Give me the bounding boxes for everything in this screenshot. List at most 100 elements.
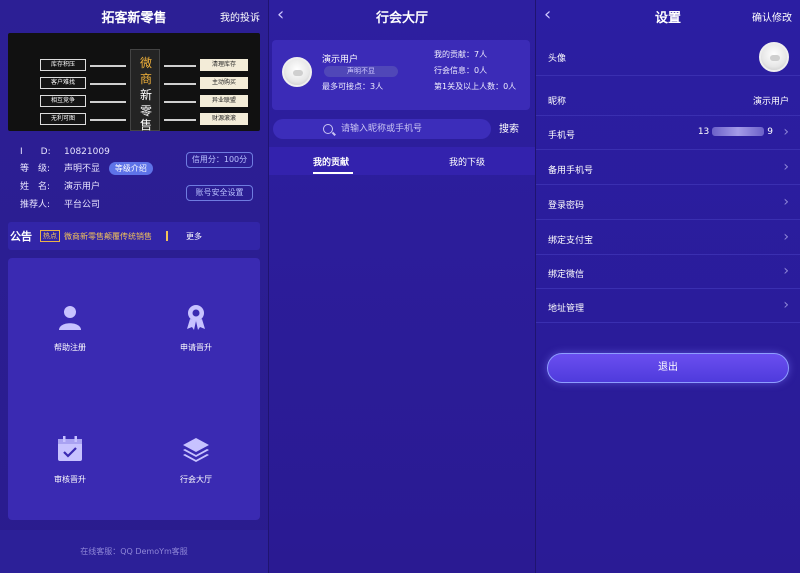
- user-icon: [59, 306, 81, 330]
- level-row: 等 级: 声明不显 等级介绍: [20, 161, 153, 175]
- profile-info: I D: 10821009 等 级: 声明不显 等级介绍 姓 名: 演示用户 推荐人:…: [8, 140, 260, 212]
- avatar: [282, 57, 312, 87]
- banner-arrow: [164, 65, 196, 67]
- level-count-text: 第1关及以上人数：0人: [434, 82, 517, 91]
- nickname-label: 昵称: [548, 97, 567, 107]
- banner-arrow: [90, 83, 126, 85]
- backup-phone-row[interactable]: 备用手机号 ›: [536, 151, 800, 185]
- address-row[interactable]: 地址管理 ›: [536, 289, 800, 323]
- menu-label: 审核晋升: [54, 475, 86, 484]
- online-service-footer[interactable]: 在线客服：QQ DemoYm客服: [0, 530, 268, 573]
- phone-label: 手机号: [548, 131, 576, 141]
- banner-arrow: [90, 101, 126, 103]
- notice-bar[interactable]: 公告 热点 微商新零售颠覆传统销售 更多: [8, 222, 260, 250]
- phone-prefix: 13: [697, 127, 710, 137]
- id-row: I D: 10821009: [20, 144, 110, 157]
- search-icon: [323, 124, 333, 134]
- my-contribution-text: 我的贡献：7人: [434, 50, 488, 59]
- confirm-edit-button[interactable]: 确认修改: [752, 9, 792, 24]
- phone-value: 13 9: [698, 127, 773, 137]
- settings-topbar: ‹ 设置 确认修改: [536, 0, 800, 32]
- calendar-check-icon: [58, 436, 82, 461]
- guild-topbar: ‹ 行会大厅: [269, 0, 535, 32]
- screens: 拓客新零售 我的投诉 库存积压 客户难找 相互竞争 无利可图 微 商 新 零 售…: [0, 0, 800, 573]
- name-value: 演示用户: [64, 182, 101, 192]
- layers-icon: [183, 438, 209, 462]
- search-button[interactable]: 搜索: [499, 120, 519, 135]
- level-intro-button[interactable]: 等级介绍: [108, 162, 153, 175]
- help-register-button[interactable]: 帮助注册: [25, 302, 115, 353]
- notice-message[interactable]: 微商新零售颠覆传统销售: [64, 231, 152, 242]
- guild-hall-button[interactable]: 行会大厅: [151, 434, 241, 485]
- referrer-label: 推荐人:: [20, 200, 51, 210]
- alipay-row[interactable]: 绑定支付宝 ›: [536, 221, 800, 255]
- guild-info-text: 行会信息：0人: [434, 66, 488, 75]
- banner-left-item: 相互竞争: [40, 95, 86, 107]
- guild-hall-screen: ‹ 行会大厅 演示用户 声明不显 最多可接点：3人 我的贡献：7人 行会信息：0…: [268, 0, 535, 573]
- review-promotion-button[interactable]: 审核晋升: [25, 434, 115, 485]
- name-label: 姓 名:: [20, 182, 51, 192]
- chevron-right-icon: ›: [783, 194, 789, 210]
- banner-arrow: [164, 83, 196, 85]
- id-value: 10821009: [64, 147, 110, 157]
- banner-center-column: 微 商 新 零 售: [130, 49, 160, 132]
- banner-left-item: 库存积压: [40, 59, 86, 71]
- login-password-row[interactable]: 登录密码 ›: [536, 186, 800, 220]
- banner-right-item: 主动购买: [200, 77, 248, 89]
- banner-char: 新: [139, 88, 152, 102]
- active-tab-underline: [313, 172, 353, 174]
- credit-score-button[interactable]: 信用分：100分: [186, 152, 253, 168]
- level-label: 等 级:: [20, 164, 51, 174]
- tab-my-contribution[interactable]: 我的贡献: [313, 155, 349, 168]
- tab-my-subordinates[interactable]: 我的下级: [449, 155, 485, 168]
- search-placeholder: 请输入昵称或手机号: [341, 124, 423, 134]
- logout-button[interactable]: 退出: [547, 353, 789, 383]
- phone-row[interactable]: 手机号 13 9 ›: [536, 116, 800, 150]
- user-name: 演示用户: [322, 55, 359, 65]
- wechat-label: 绑定微信: [548, 270, 585, 280]
- complaint-link[interactable]: 我的投诉: [220, 9, 260, 24]
- promo-banner[interactable]: 库存积压 客户难找 相互竞争 无利可图 微 商 新 零 售 清理库存 主动购买 …: [8, 33, 260, 132]
- backup-phone-label: 备用手机号: [548, 166, 594, 176]
- phone-suffix: 9: [767, 127, 773, 137]
- account-security-button[interactable]: 账号安全设置: [186, 185, 253, 201]
- page-title: 拓客新零售: [101, 10, 167, 26]
- page-title: 设置: [654, 10, 681, 26]
- apply-promotion-button[interactable]: 申请晋升: [151, 302, 241, 353]
- hot-tag: 热点: [40, 230, 60, 242]
- banner-arrow: [90, 119, 126, 121]
- id-label: I D:: [20, 147, 51, 157]
- award-icon: [187, 305, 205, 330]
- banner-arrow: [164, 119, 196, 121]
- banner-char: 商: [139, 72, 152, 86]
- notice-title: 公告: [10, 230, 32, 243]
- nickname-value: 演示用户: [752, 97, 789, 107]
- banner-left-item: 客户难找: [40, 77, 86, 89]
- chevron-right-icon: ›: [783, 159, 789, 175]
- banner-right-item: 异业联盟: [200, 95, 248, 107]
- back-arrow-icon[interactable]: ‹: [544, 4, 551, 25]
- back-arrow-icon[interactable]: ‹: [277, 4, 284, 25]
- nickname-row[interactable]: 昵称 演示用户: [536, 82, 800, 116]
- referrer-row: 推荐人: 平台公司: [20, 197, 100, 210]
- user-card: 演示用户 声明不显 最多可接点：3人 我的贡献：7人 行会信息：0人 第1关及以…: [272, 40, 530, 110]
- avatar[interactable]: [759, 42, 789, 72]
- more-link[interactable]: 更多: [186, 231, 202, 242]
- avatar-label: 头像: [548, 54, 567, 64]
- menu-label: 申请晋升: [180, 343, 212, 352]
- max-nodes-text: 最多可接点：3人: [322, 82, 384, 91]
- login-password-label: 登录密码: [548, 201, 585, 211]
- page-title: 行会大厅: [375, 10, 428, 26]
- notice-divider: [166, 231, 168, 241]
- address-label: 地址管理: [548, 304, 585, 314]
- banner-char: 售: [139, 118, 152, 132]
- banner-right-item: 清理库存: [200, 59, 248, 71]
- level-value: 声明不显: [64, 164, 101, 174]
- avatar-row[interactable]: 头像: [536, 38, 800, 76]
- search-input[interactable]: 请输入昵称或手机号: [273, 119, 491, 139]
- menu-label: 行会大厅: [180, 475, 212, 484]
- guild-tabs: 我的贡献 我的下级: [269, 147, 535, 175]
- banner-char: 零: [139, 104, 152, 118]
- wechat-row[interactable]: 绑定微信 ›: [536, 255, 800, 289]
- home-screen: 拓客新零售 我的投诉 库存积压 客户难找 相互竞争 无利可图 微 商 新 零 售…: [0, 0, 268, 573]
